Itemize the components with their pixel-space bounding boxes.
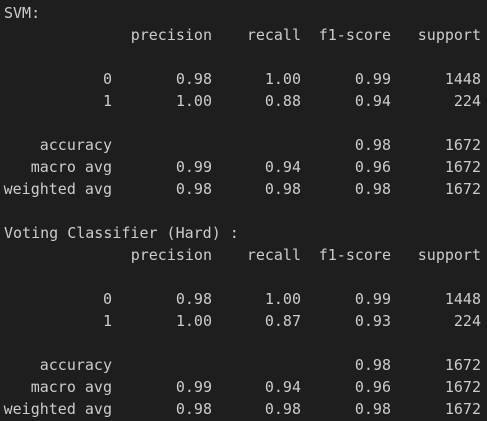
row-f1-score: 0.99: [354, 70, 391, 88]
row-support: 1672: [444, 378, 481, 396]
report-title: SVM:: [0, 2, 487, 24]
row-support: 1672: [444, 158, 481, 176]
row-f1-score: 0.98: [354, 180, 391, 198]
row-support: 1672: [444, 356, 481, 374]
report-row-accuracy: accuracy 0.98 1672: [0, 134, 487, 156]
report-row-weighted-avg: weighted avg 0.98 0.98 0.98 1672: [0, 178, 487, 200]
row-precision: 0.99: [175, 158, 212, 176]
header-f1-score: f1-score: [318, 246, 391, 264]
report-row-class-0: 0 0.98 1.00 0.99 1448: [0, 68, 487, 90]
report-header-row: precision recall f1-score support: [0, 244, 487, 266]
header-support: support: [417, 26, 481, 44]
row-label: 1: [102, 312, 112, 330]
row-precision: 1.00: [175, 92, 212, 110]
row-f1-score: 0.94: [354, 92, 391, 110]
row-f1-score: 0.96: [354, 378, 391, 396]
report-row-macro-avg: macro avg 0.99 0.94 0.96 1672: [0, 376, 487, 398]
row-label: 0: [102, 70, 112, 88]
header-recall: recall: [246, 246, 301, 264]
report-title-text: Voting Classifier (Hard) :: [4, 224, 239, 242]
header-f1-score: f1-score: [318, 26, 391, 44]
row-f1-score: 0.98: [354, 400, 391, 418]
row-label: weighted avg: [3, 400, 112, 418]
row-precision: 0.99: [175, 378, 212, 396]
header-precision: precision: [130, 246, 212, 264]
row-support: 1448: [444, 290, 481, 308]
row-support: 1672: [444, 180, 481, 198]
row-support: 1448: [444, 70, 481, 88]
row-recall: 0.94: [264, 158, 301, 176]
row-recall: 1.00: [264, 290, 301, 308]
header-precision: precision: [130, 26, 212, 44]
report-title: Voting Classifier (Hard) :: [0, 222, 487, 244]
row-f1-score: 0.93: [354, 312, 391, 330]
row-precision: 0.98: [175, 70, 212, 88]
row-precision: 1.00: [175, 312, 212, 330]
header-support: support: [417, 246, 481, 264]
row-label: accuracy: [39, 356, 112, 374]
row-support: 1672: [444, 400, 481, 418]
row-label: accuracy: [39, 136, 112, 154]
report-row-macro-avg: macro avg 0.99 0.94 0.96 1672: [0, 156, 487, 178]
report-row-accuracy: accuracy 0.98 1672: [0, 354, 487, 376]
row-recall: 0.98: [264, 400, 301, 418]
row-support: 1672: [444, 136, 481, 154]
output-console: SVM: precision recall f1-score support 0…: [0, 0, 487, 421]
row-recall: 1.00: [264, 70, 301, 88]
row-recall: 0.88: [264, 92, 301, 110]
report-header-row: precision recall f1-score support: [0, 24, 487, 46]
row-f1-score: 0.96: [354, 158, 391, 176]
row-support: 224: [453, 312, 481, 330]
report-row-weighted-avg: weighted avg 0.98 0.98 0.98 1672: [0, 398, 487, 420]
report-title-text: SVM:: [4, 4, 41, 22]
report-row-class-1: 1 1.00 0.87 0.93 224: [0, 310, 487, 332]
header-recall: recall: [246, 26, 301, 44]
row-f1-score: 0.99: [354, 290, 391, 308]
row-precision: 0.98: [175, 180, 212, 198]
row-precision: 0.98: [175, 400, 212, 418]
row-label: 1: [102, 92, 112, 110]
row-support: 224: [453, 92, 481, 110]
row-f1-score: 0.98: [354, 136, 391, 154]
row-precision: 0.98: [175, 290, 212, 308]
row-label: macro avg: [30, 378, 112, 396]
row-label: 0: [102, 290, 112, 308]
row-recall: 0.98: [264, 180, 301, 198]
row-label: macro avg: [30, 158, 112, 176]
row-label: weighted avg: [3, 180, 112, 198]
row-f1-score: 0.98: [354, 356, 391, 374]
report-row-class-1: 1 1.00 0.88 0.94 224: [0, 90, 487, 112]
report-row-class-0: 0 0.98 1.00 0.99 1448: [0, 288, 487, 310]
row-recall: 0.87: [264, 312, 301, 330]
row-recall: 0.94: [264, 378, 301, 396]
